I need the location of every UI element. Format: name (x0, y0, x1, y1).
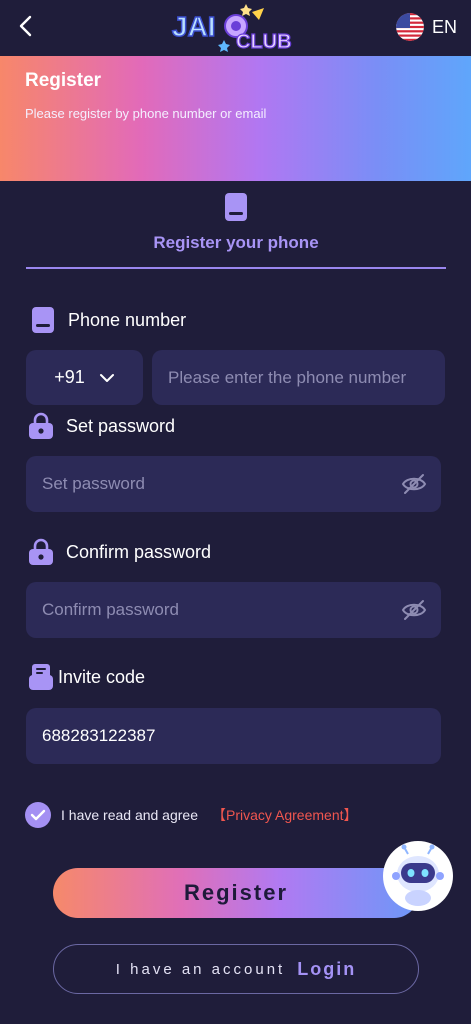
set-password-input[interactable] (42, 456, 397, 512)
lock-icon (29, 538, 53, 565)
invite-code-input[interactable] (42, 708, 427, 764)
phone-icon (225, 193, 247, 221)
country-code-value: +91 (54, 367, 85, 387)
check-icon (30, 809, 46, 821)
phone-number-label: Phone number (30, 306, 186, 334)
country-code-select[interactable]: +91 (26, 350, 143, 405)
confirm-password-label-text: Confirm password (66, 541, 212, 562)
tab-label: Register your phone (153, 233, 319, 252)
banner-title: Register (25, 70, 102, 91)
jaiclub-logo: JAI CLUB (170, 4, 302, 54)
register-banner: Register Please register by phone number… (0, 56, 471, 181)
top-bar: JAI CLUB EN (0, 0, 471, 56)
logo-text-right: CLUB (236, 31, 292, 53)
banner-subtitle: Please register by phone number or email (25, 106, 267, 121)
privacy-agreement-link[interactable]: 【Privacy Agreement】 (212, 805, 358, 825)
logo-text-left: JAI (172, 11, 216, 42)
set-password-field (26, 456, 441, 512)
back-chevron-icon[interactable] (14, 13, 40, 39)
us-flag-icon (395, 13, 424, 41)
eye-off-icon[interactable] (401, 471, 427, 497)
phone-number-label-text: Phone number (68, 309, 187, 330)
phone-number-field (152, 350, 445, 405)
language-selector[interactable]: EN (395, 12, 457, 42)
invite-icon (29, 664, 53, 690)
privacy-agreement-row: I have read and agree 【Privacy Agreement… (25, 802, 358, 828)
tab-underline (26, 267, 446, 269)
agree-text: I have read and agree (61, 807, 198, 823)
set-password-label-text: Set password (66, 415, 176, 436)
confirm-password-input[interactable] (42, 582, 397, 638)
invite-code-field (26, 708, 441, 764)
language-code: EN (431, 16, 457, 37)
set-password-label: Set password (28, 412, 175, 440)
agree-checkbox[interactable] (25, 802, 51, 828)
eye-off-icon[interactable] (401, 597, 427, 623)
robot-assistant-icon[interactable] (382, 840, 454, 912)
confirm-password-label: Confirm password (28, 538, 211, 566)
invite-code-label: Invite code (28, 663, 145, 691)
register-button[interactable]: Register (53, 868, 419, 918)
lock-icon (29, 412, 53, 439)
confirm-password-field (26, 582, 441, 638)
login-link[interactable]: Login (297, 959, 356, 980)
invite-code-label-text: Invite code (58, 666, 146, 687)
login-button[interactable]: I have an account Login (53, 944, 419, 994)
chevron-down-icon (99, 373, 114, 382)
phone-number-input[interactable] (168, 350, 431, 405)
phone-icon (32, 307, 54, 333)
have-account-text: I have an account (115, 960, 286, 978)
tab-register-phone[interactable]: Register your phone (26, 190, 446, 270)
